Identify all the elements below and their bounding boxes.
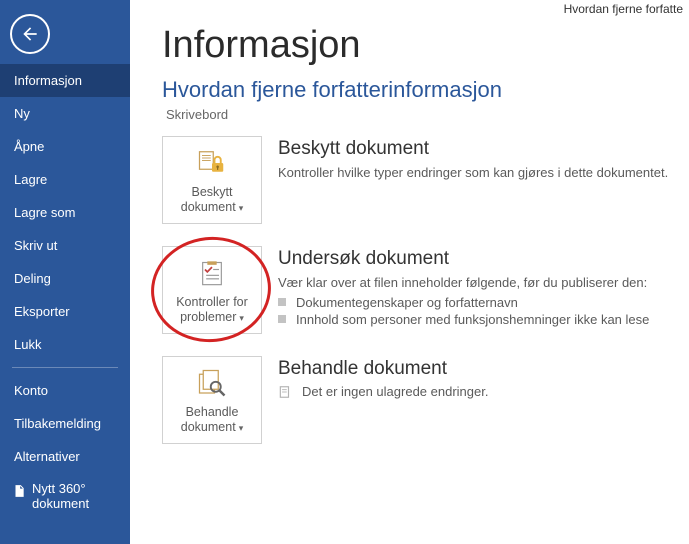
window-title: Hvordan fjerne forfatte — [564, 2, 683, 16]
inspect-bullet-1: Dokumentegenskaper og forfatternavn — [278, 295, 689, 310]
protect-document-tile[interactable]: Beskytt dokument▾ — [162, 136, 262, 224]
check-for-issues-tile[interactable]: Kontroller for problemer▾ — [162, 246, 262, 334]
bullet-icon — [278, 298, 286, 306]
magnifier-document-icon — [197, 368, 227, 398]
protect-heading: Beskytt dokument — [278, 138, 689, 160]
inspect-desc: Vær klar over at filen inneholder følgen… — [278, 274, 689, 293]
protect-section: Beskytt dokument▾ Beskytt dokument Kontr… — [162, 136, 689, 224]
nav-nytt-360-label: Nytt 360° dokument — [32, 481, 118, 511]
nav-divider — [12, 367, 118, 368]
manage-row: Det er ingen ulagrede endringer. — [278, 384, 689, 399]
document-icon — [12, 483, 26, 499]
nav-lagre-som[interactable]: Lagre som — [0, 196, 130, 229]
nav-apne[interactable]: Åpne — [0, 130, 130, 163]
lock-icon — [197, 148, 227, 178]
bullet-icon — [278, 315, 286, 323]
chevron-down-icon: ▾ — [239, 313, 244, 323]
manage-section: Behandle dokument▾ Behandle dokument Det… — [162, 356, 689, 444]
nav-alternativer[interactable]: Alternativer — [0, 440, 130, 473]
manage-document-tile[interactable]: Behandle dokument▾ — [162, 356, 262, 444]
inspect-heading: Undersøk dokument — [278, 248, 689, 270]
chevron-down-icon: ▾ — [239, 423, 244, 433]
nav-konto[interactable]: Konto — [0, 374, 130, 407]
nav-skriv-ut[interactable]: Skriv ut — [0, 229, 130, 262]
chevron-down-icon: ▾ — [239, 203, 244, 213]
inspect-bullet-2: Innhold som personer med funksjonshemnin… — [278, 312, 689, 327]
document-small-icon — [278, 385, 292, 399]
checklist-icon — [198, 258, 226, 288]
manage-tile-label: Behandle dokument — [181, 405, 239, 434]
inspect-tile-label: Kontroller for problemer — [176, 295, 248, 324]
nav-nytt-360[interactable]: Nytt 360° dokument — [0, 473, 130, 519]
nav-deling[interactable]: Deling — [0, 262, 130, 295]
nav-lagre[interactable]: Lagre — [0, 163, 130, 196]
protect-tile-label: Beskytt dokument — [181, 185, 236, 214]
document-title: Hvordan fjerne forfatterinformasjon — [162, 77, 689, 103]
nav-informasjon[interactable]: Informasjon — [0, 64, 130, 97]
nav-tilbakemelding[interactable]: Tilbakemelding — [0, 407, 130, 440]
backstage-sidebar: Informasjon Ny Åpne Lagre Lagre som Skri… — [0, 0, 130, 544]
back-button[interactable] — [10, 14, 50, 54]
page-title: Informasjon — [162, 24, 689, 67]
main-pane: Informasjon Hvordan fjerne forfatterinfo… — [130, 0, 689, 444]
document-location: Skrivebord — [166, 107, 689, 122]
protect-desc: Kontroller hvilke typer endringer som ka… — [278, 164, 689, 183]
arrow-left-icon — [20, 24, 40, 44]
nav-lukk[interactable]: Lukk — [0, 328, 130, 361]
nav-eksporter[interactable]: Eksporter — [0, 295, 130, 328]
manage-heading: Behandle dokument — [278, 358, 689, 380]
inspect-section: Kontroller for problemer▾ Undersøk dokum… — [162, 246, 689, 334]
nav-ny[interactable]: Ny — [0, 97, 130, 130]
